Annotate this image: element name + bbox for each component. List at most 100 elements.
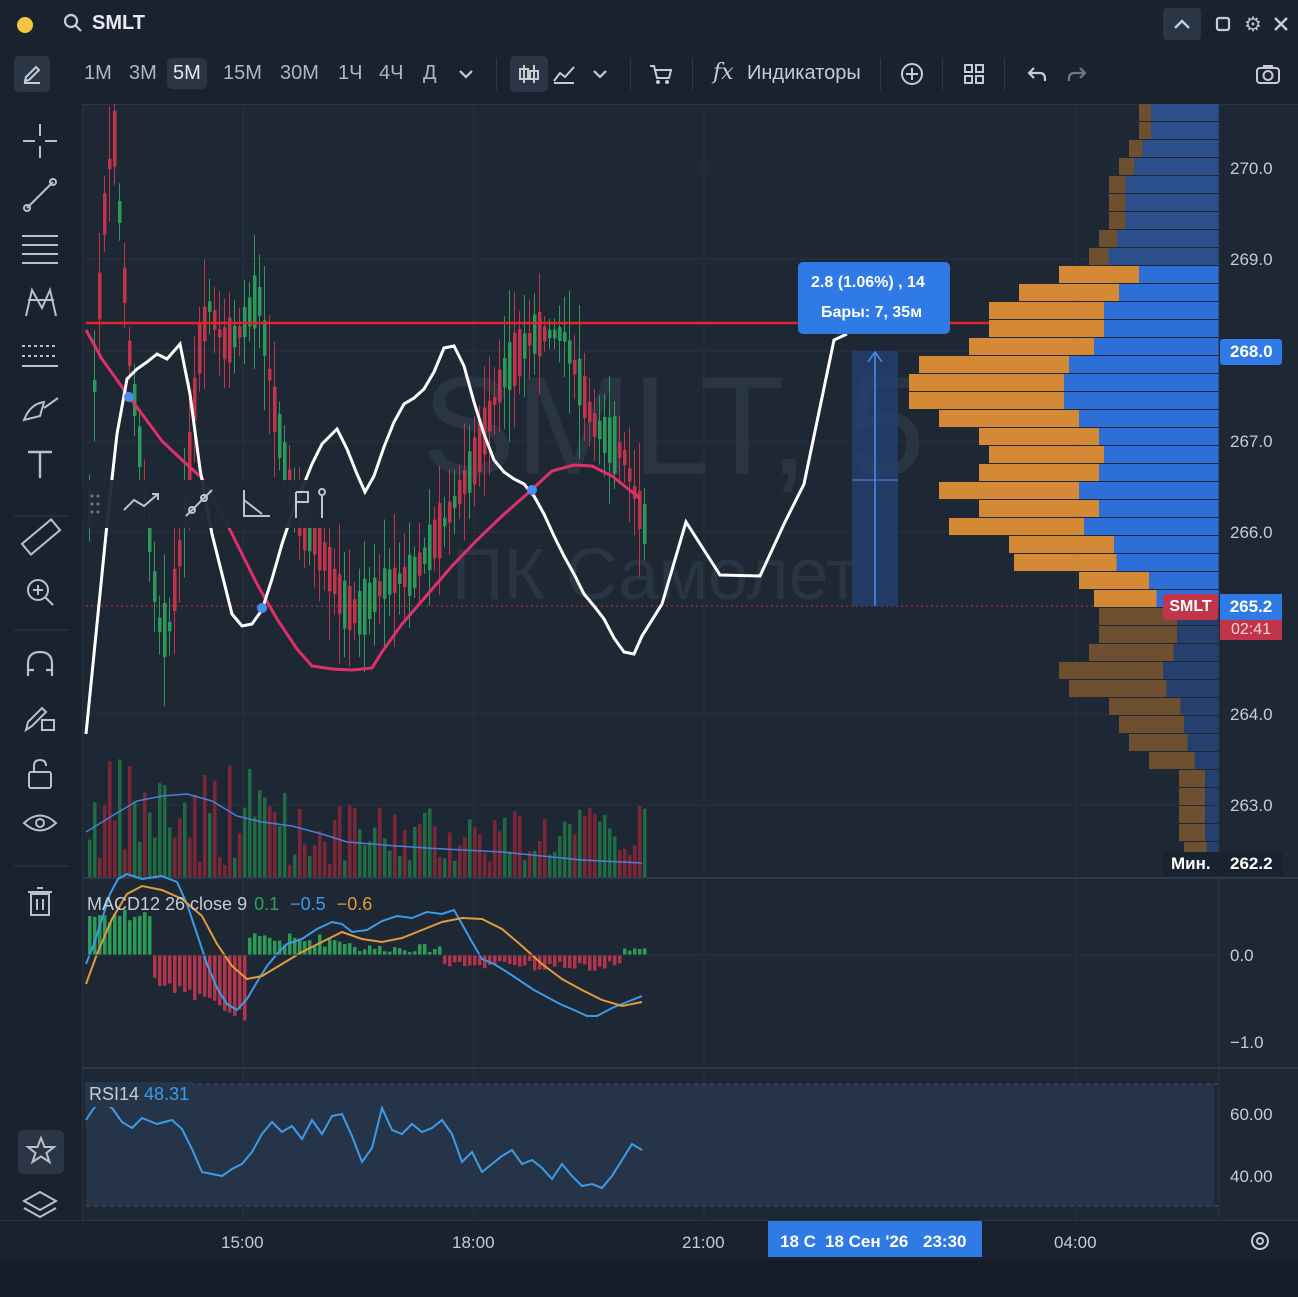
pattern-icon[interactable] xyxy=(25,286,57,317)
candle-body xyxy=(408,554,412,596)
volume-bar xyxy=(253,816,257,878)
pencil-icon[interactable] xyxy=(14,56,50,92)
vp-bar-buy xyxy=(1117,230,1219,247)
macd-hist-bar xyxy=(608,955,612,962)
volume-bar xyxy=(373,827,377,878)
indicators-button[interactable]: Индикаторы xyxy=(747,62,861,85)
anchor-point[interactable] xyxy=(124,392,134,402)
candle-body xyxy=(263,320,267,356)
timeframe-3m[interactable]: 3M xyxy=(129,62,157,85)
brush-icon[interactable] xyxy=(22,397,59,422)
candle-body xyxy=(328,546,332,592)
vp-bar-sell xyxy=(989,320,1104,337)
candle-body xyxy=(458,479,462,505)
vp-bar-sell xyxy=(1119,158,1134,175)
vp-bar-buy xyxy=(1151,104,1219,121)
lock-drawing-icon[interactable] xyxy=(24,706,55,733)
timeframe-d[interactable]: Д xyxy=(423,62,437,85)
crosshair-icon[interactable] xyxy=(23,124,57,158)
time-tick: 15:00 xyxy=(221,1233,264,1252)
redo-icon[interactable] xyxy=(1064,62,1090,86)
vp-bar-buy xyxy=(1173,644,1219,661)
candle-body xyxy=(148,527,152,553)
chart-type-dropdown-icon[interactable] xyxy=(590,64,610,84)
camera-icon[interactable] xyxy=(1254,61,1282,87)
vp-bar-buy xyxy=(1064,392,1219,409)
volume-bar xyxy=(153,837,157,878)
vp-bar-buy xyxy=(1194,752,1219,769)
ray-icon[interactable] xyxy=(185,489,213,517)
measure-tooltip-line1: 2.8 (1.06%) , 14 xyxy=(811,274,925,291)
search-icon[interactable] xyxy=(62,12,84,34)
settings-circle-icon[interactable] xyxy=(1248,1229,1272,1253)
timeframe-5m[interactable]: 5M xyxy=(167,58,207,89)
trend-angle-icon[interactable] xyxy=(123,493,159,511)
macd-legend[interactable]: MACD12 26 close 9 0.1 −0.5 −0.6 xyxy=(87,894,372,915)
vp-bar-sell xyxy=(979,464,1099,481)
layers-icon[interactable] xyxy=(21,1190,59,1219)
timeframe-15m[interactable]: 15M xyxy=(223,62,262,85)
gear-icon[interactable]: ⚙ xyxy=(1242,13,1264,36)
cart-icon[interactable] xyxy=(647,60,675,88)
volume-bar xyxy=(538,841,542,878)
chart-canvas[interactable]: SMLT, 5 ПК Самолет xyxy=(82,104,1298,1260)
volume-bar xyxy=(398,856,402,878)
timeframe-1h[interactable]: 1Ч xyxy=(338,62,362,85)
flag-icon[interactable] xyxy=(295,488,326,518)
vp-bar-sell xyxy=(909,392,1064,409)
vp-bar-sell xyxy=(1069,680,1167,697)
angle-tool-icon[interactable] xyxy=(243,490,270,517)
timeframe-1m[interactable]: 1M xyxy=(84,62,112,85)
current-price-text: 265.2 xyxy=(1229,597,1273,616)
macd-hist-bar xyxy=(398,948,402,955)
anchor-point[interactable] xyxy=(257,603,267,613)
volume-bar xyxy=(448,832,452,878)
min-label: Мин. xyxy=(1171,854,1211,873)
candle-body xyxy=(643,504,647,544)
text-tool-icon[interactable] xyxy=(28,450,52,478)
anchor-point[interactable] xyxy=(527,485,537,495)
maximize-icon[interactable] xyxy=(1213,14,1233,34)
macd-hist-bar xyxy=(313,946,317,955)
add-circle-icon[interactable] xyxy=(899,61,925,87)
area-chart-icon[interactable] xyxy=(551,62,577,86)
rsi-legend[interactable]: RSI14 48.31 xyxy=(85,1082,194,1107)
unlock-icon[interactable] xyxy=(28,758,52,789)
candle-body xyxy=(188,432,192,480)
candle-body xyxy=(613,416,617,474)
chart-area[interactable]: SMLT, 5 ПК Самолет 2.8 (1.06%) , 14 Бары… xyxy=(82,104,1298,1260)
eye-icon[interactable] xyxy=(22,814,58,832)
volume-bar xyxy=(213,780,217,878)
undo-icon[interactable] xyxy=(1024,62,1050,86)
volume-bar xyxy=(543,818,547,878)
timeframe-30m[interactable]: 30M xyxy=(280,62,319,85)
vp-bar-buy xyxy=(1099,500,1219,517)
magnet-icon[interactable] xyxy=(26,650,54,676)
drag-handle-icon[interactable] xyxy=(90,494,100,514)
macd-hist-bar xyxy=(218,955,222,1006)
symbol-title[interactable]: SMLT xyxy=(92,12,145,35)
trash-icon[interactable] xyxy=(28,887,52,916)
volume-bar xyxy=(523,860,527,878)
collapse-chevron-icon[interactable] xyxy=(1163,8,1201,40)
candle-body xyxy=(98,272,102,320)
fib-levels-icon[interactable] xyxy=(22,235,58,264)
candles-icon[interactable] xyxy=(510,56,548,92)
forecast-icon[interactable] xyxy=(22,345,58,367)
macd-hist-bar xyxy=(633,948,637,955)
candle-body xyxy=(538,311,542,357)
volume-bar xyxy=(488,861,492,878)
ruler-icon[interactable] xyxy=(20,518,62,556)
vp-bar-buy xyxy=(1205,806,1219,823)
timeframe-dropdown-icon[interactable] xyxy=(456,64,476,84)
zoom-in-icon[interactable] xyxy=(27,579,54,606)
close-icon[interactable] xyxy=(1270,13,1292,35)
macd-hist-bar xyxy=(568,955,572,969)
vp-bar-buy xyxy=(1151,122,1219,139)
layout-grid-icon[interactable] xyxy=(961,61,987,87)
time-axis[interactable]: 15:00 18:00 21:00 04:00 18 С 18 Сен '26 … xyxy=(0,1220,1298,1261)
candle-body xyxy=(603,416,607,454)
top-bar: SMLT ⚙ xyxy=(0,0,1298,47)
timeframe-4h[interactable]: 4Ч xyxy=(379,62,403,85)
trend-line-icon[interactable] xyxy=(23,178,57,212)
